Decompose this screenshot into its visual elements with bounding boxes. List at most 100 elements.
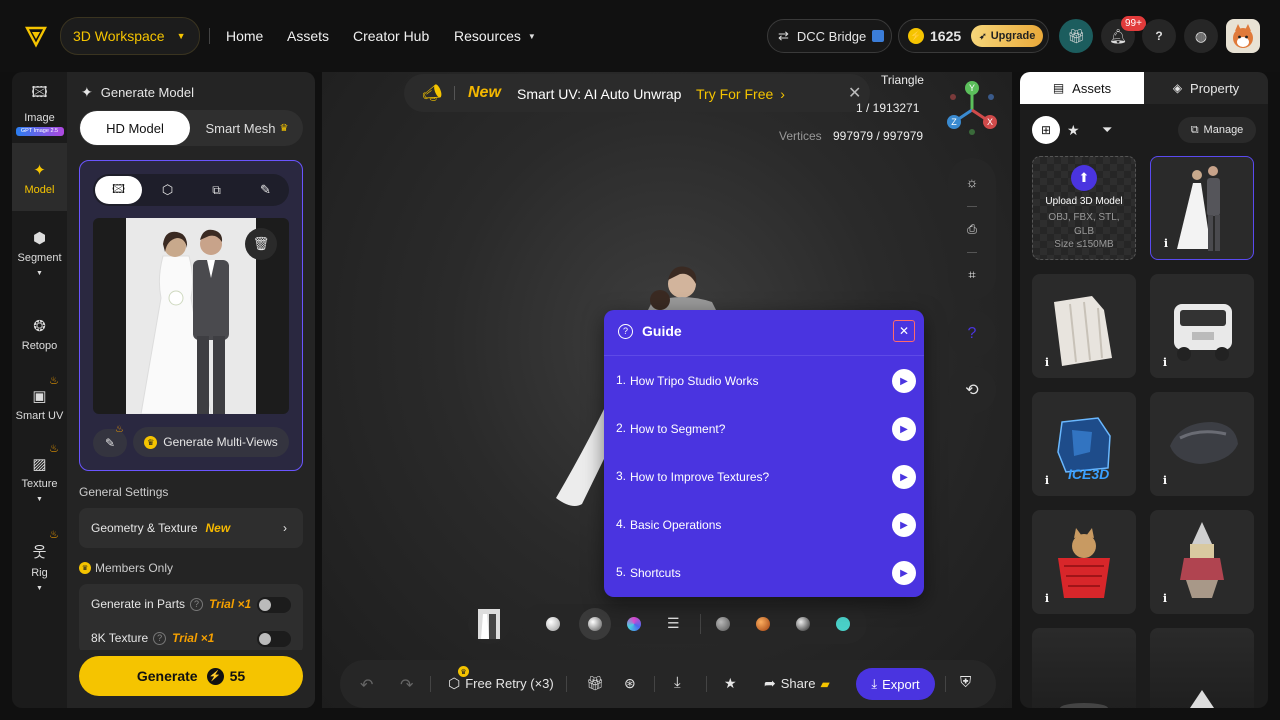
generate-in-parts-row: Generate in Parts ? Trial ×1 xyxy=(91,597,291,613)
help-button[interactable]: ? xyxy=(1142,19,1176,53)
tab-assets[interactable]: ▤ Assets xyxy=(1020,72,1144,104)
info-icon[interactable]: i xyxy=(1158,474,1172,488)
generate-multiviews-button[interactable]: ♛ Generate Multi-Views xyxy=(133,427,289,457)
tab-single-image[interactable]: 🖾︎ xyxy=(95,176,142,204)
asset-tile[interactable] xyxy=(1032,628,1136,708)
play-icon[interactable]: ▶ xyxy=(892,417,916,441)
language-button[interactable]: ◍ xyxy=(1184,19,1218,53)
lighting-button[interactable]: ☼ xyxy=(948,166,996,198)
asset-tile[interactable]: i xyxy=(1150,510,1254,614)
play-icon[interactable]: ▶ xyxy=(892,465,916,489)
filter-icon[interactable]: ⏷ xyxy=(1102,122,1112,138)
help-button[interactable]: ? xyxy=(948,310,996,358)
workspace-dropdown[interactable]: 3D Workspace ▼ xyxy=(60,17,200,55)
undo-icon[interactable]: ↶ xyxy=(360,675,373,695)
help-icon[interactable]: ? xyxy=(153,631,167,645)
close-banner-icon[interactable]: ✕ xyxy=(848,83,861,103)
nav-assets[interactable]: Assets xyxy=(287,28,329,44)
close-guide-button[interactable]: ✕ xyxy=(893,320,915,342)
tab-3d-cube[interactable]: ⬡ xyxy=(144,176,191,204)
tab-smart-mesh[interactable]: Smart Mesh ♛ xyxy=(192,111,302,145)
upgrade-button[interactable]: ➶ Upgrade xyxy=(971,25,1044,47)
edit-image-button[interactable]: ✎ ♨ xyxy=(93,424,127,457)
teal-swatch[interactable] xyxy=(836,617,850,631)
upload-3d-model-tile[interactable]: ⬆ Upload 3D Model OBJ, FBX, STL, GLB Siz… xyxy=(1032,156,1136,260)
rail-item-model[interactable]: ✦ Model xyxy=(12,161,67,196)
guide-item[interactable]: 2. How to Segment? ▶ xyxy=(616,417,916,441)
gray-swatch[interactable] xyxy=(716,617,730,631)
screenshot-button[interactable]: ⎙ xyxy=(948,214,996,244)
style-orbit-icon[interactable]: ⊛ xyxy=(624,675,636,692)
orange-swatch[interactable] xyxy=(756,617,770,631)
nav-resources[interactable]: Resources ▼ xyxy=(454,28,536,44)
delete-image-button[interactable]: 🗑︎ xyxy=(245,228,277,260)
model-thumb-button[interactable] xyxy=(468,604,510,644)
geometry-texture-row[interactable]: Geometry & Texture New › xyxy=(79,508,303,548)
rail-item-rig[interactable]: 웃 Rig ▼ ♨ xyxy=(12,529,67,592)
credits-pill[interactable]: ⚡ 1625 ➶ Upgrade xyxy=(898,19,1049,53)
play-icon[interactable]: ▶ xyxy=(892,513,916,537)
info-icon[interactable]: i xyxy=(1158,592,1172,606)
grid-button[interactable]: ⌗ xyxy=(948,260,996,290)
share-button[interactable]: ➦ Share ▰ xyxy=(764,675,830,692)
rail-item-image[interactable]: 🖾︎ Image GPT Image 2.5 xyxy=(12,82,67,136)
dcc-bridge-button[interactable]: ⇄ DCC Bridge xyxy=(767,19,892,53)
asset-tile[interactable]: ICE3D i xyxy=(1032,392,1136,496)
favorites-star-icon[interactable]: ★ xyxy=(1067,122,1080,139)
guide-item[interactable]: 1. How Tripo Studio Works ▶ xyxy=(616,369,916,393)
gift-button[interactable]: 🎁︎ xyxy=(1059,19,1093,53)
gift-box-icon[interactable]: 🎁︎ xyxy=(586,675,604,692)
logo[interactable] xyxy=(22,22,50,50)
tab-multi-image[interactable]: ⧉ xyxy=(193,176,240,204)
free-retry-button[interactable]: ⬡ ♛ Free Retry (×3) xyxy=(448,666,554,692)
info-icon[interactable]: i xyxy=(1040,474,1054,488)
white-clay-swatch[interactable] xyxy=(546,617,560,631)
rail-item-retopo[interactable]: ❂ Retopo xyxy=(12,317,67,352)
tab-hd-model[interactable]: HD Model xyxy=(80,111,190,145)
parts-toggle[interactable] xyxy=(257,597,291,613)
history-button[interactable]: ⟲ xyxy=(948,366,996,414)
metal-swatch[interactable] xyxy=(796,617,810,631)
grid-view-button[interactable]: ⊞ xyxy=(1032,116,1060,144)
try-for-free-link[interactable]: Try For Free › xyxy=(696,86,785,102)
help-icon[interactable]: ? xyxy=(190,597,204,611)
tab-property[interactable]: ◈ Property xyxy=(1144,72,1268,104)
guide-item[interactable]: 3. How to Improve Textures? ▶ xyxy=(616,465,916,489)
star-icon[interactable]: ★ xyxy=(724,675,737,692)
nav-home[interactable]: Home xyxy=(226,28,263,44)
info-icon[interactable]: i xyxy=(1158,356,1172,370)
info-icon[interactable]: i xyxy=(1040,356,1054,370)
asset-tile[interactable]: i xyxy=(1032,510,1136,614)
play-icon[interactable]: ▶ xyxy=(892,561,916,585)
play-icon[interactable]: ▶ xyxy=(892,369,916,393)
uploaded-image[interactable]: 🗑︎ xyxy=(93,218,289,414)
normal-swatch[interactable] xyxy=(627,617,641,631)
axis-gizmo[interactable]: Y Z X xyxy=(944,80,1000,136)
asset-tile[interactable] xyxy=(1150,628,1254,708)
textured-swatch[interactable] xyxy=(588,617,602,631)
info-icon[interactable]: i xyxy=(1040,592,1054,606)
plugin-icon[interactable]: ⛨ xyxy=(960,674,971,691)
avatar[interactable] xyxy=(1226,19,1260,53)
nav-creator-hub[interactable]: Creator Hub xyxy=(353,28,429,44)
8k-toggle[interactable] xyxy=(257,631,291,647)
asset-tile[interactable]: i xyxy=(1150,392,1254,496)
sliders-icon[interactable]: ☰ xyxy=(667,615,680,632)
manage-button[interactable]: ⧉ Manage xyxy=(1178,117,1256,143)
guide-item[interactable]: 5. Shortcuts ▶ xyxy=(616,561,916,585)
generate-button[interactable]: Generate ⚡ 55 xyxy=(79,656,303,696)
rail-item-smart-uv[interactable]: ▣ Smart UV ♨ xyxy=(12,375,67,422)
announcement-banner[interactable]: 📣︎ New Smart UV: AI Auto Unwrap Try For … xyxy=(404,74,870,112)
export-button[interactable]: ⤓ Export xyxy=(856,668,935,700)
tab-smart-mesh-label: Smart Mesh xyxy=(205,120,276,136)
info-icon[interactable]: i xyxy=(1159,237,1173,251)
align-ground-icon[interactable]: ⤓ xyxy=(674,674,681,691)
rail-item-texture[interactable]: ▨ Texture ▼ ♨ xyxy=(12,443,67,503)
asset-tile[interactable]: i xyxy=(1150,274,1254,378)
rail-item-segment[interactable]: ⬢ Segment ▼ xyxy=(12,229,67,277)
tab-text[interactable]: ✎ xyxy=(242,176,289,204)
guide-item[interactable]: 4. Basic Operations ▶ xyxy=(616,513,916,537)
asset-tile[interactable]: i xyxy=(1032,274,1136,378)
redo-icon[interactable]: ↷ xyxy=(400,675,413,695)
asset-tile-selected[interactable]: i xyxy=(1150,156,1254,260)
